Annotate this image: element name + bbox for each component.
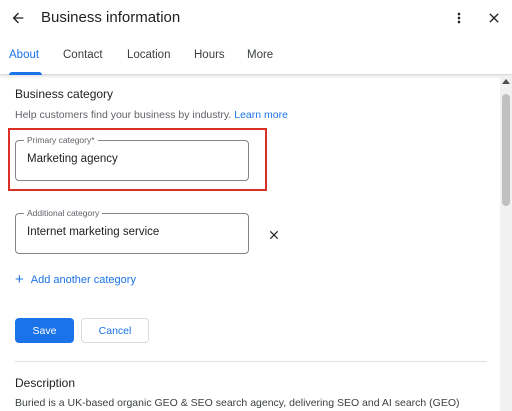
more-vert-icon — [457, 12, 461, 24]
tab-about[interactable]: About — [9, 49, 39, 61]
active-tab-indicator — [9, 72, 42, 75]
cancel-button[interactable]: Cancel — [81, 318, 149, 343]
primary-category-input[interactable] — [27, 153, 237, 165]
scroll-thumb[interactable] — [502, 94, 510, 206]
tab-contact[interactable]: Contact — [63, 49, 103, 61]
description-text: Buried is a UK-based organic GEO & SEO s… — [15, 397, 460, 409]
main-content: Business category Help customers find yo… — [0, 76, 500, 411]
tab-more[interactable]: More — [247, 49, 273, 61]
add-category-label: Add another category — [30, 274, 136, 286]
tab-bar: About Contact Location Hours More — [0, 37, 512, 75]
page-title: Business information — [41, 9, 181, 26]
scroll-up-arrow-icon[interactable] — [502, 79, 510, 84]
arrow-back-icon — [12, 12, 24, 24]
tab-location[interactable]: Location — [127, 49, 170, 61]
close-icon — [489, 13, 499, 23]
additional-category-input[interactable] — [27, 226, 237, 238]
add-category-button[interactable]: + Add another category — [15, 271, 136, 288]
app-header: Business information — [0, 0, 512, 36]
business-category-title: Business category — [15, 87, 114, 101]
plus-icon: + — [15, 271, 24, 288]
business-category-help: Help customers find your business by ind… — [15, 109, 288, 121]
close-icon — [269, 230, 279, 240]
more-options-button[interactable] — [448, 6, 470, 30]
back-button[interactable] — [6, 6, 30, 30]
additional-category-label: Additional category — [24, 208, 103, 219]
primary-category-label: Primary category* — [24, 135, 98, 146]
remove-category-button[interactable] — [265, 226, 283, 244]
learn-more-link[interactable]: Learn more — [234, 109, 288, 121]
section-divider — [15, 361, 487, 362]
additional-category-field[interactable]: Additional category — [15, 208, 249, 254]
close-button[interactable] — [482, 6, 506, 30]
primary-category-field[interactable]: Primary category* — [15, 135, 249, 181]
help-text: Help customers find your business by ind… — [15, 109, 232, 121]
save-button[interactable]: Save — [15, 318, 74, 343]
description-title: Description — [15, 376, 76, 390]
scrollbar[interactable] — [500, 76, 512, 411]
tab-hours[interactable]: Hours — [194, 49, 225, 61]
